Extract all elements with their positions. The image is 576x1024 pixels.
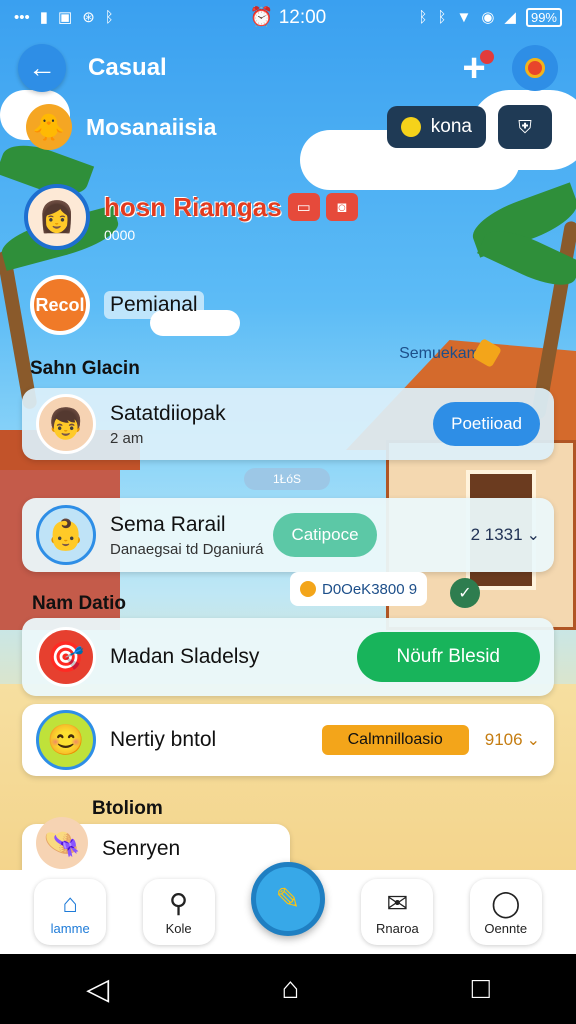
coin-icon [400,117,421,137]
bottom-nav: ⌂ lamme ⚲ Kole ✎ ✉ Rnaroa ◯ Oennte [0,862,576,954]
avatar: 👒 [36,817,88,869]
perm-label: Pemianal [104,291,204,319]
item-title: Sema Rarail [110,512,226,536]
shield-icon: ⛨ [518,116,532,137]
avatar: 🎯 [36,627,96,687]
promo-banner[interactable]: D0OeK3800 9 [290,572,428,606]
profile-row: 👩 hosn Riamgas ▭ ◙ 0000 [24,182,552,252]
list-item[interactable]: 😊 Nertiy bntol Calmnilloasio 9106 ⌄ [22,704,554,776]
status-time: 12:00 [278,7,327,28]
system-nav-bar: ◁ ⌂ □ [0,954,576,1024]
item-value: 2 1331 [470,525,523,544]
section-label-1: Sahn Glacin [30,358,140,379]
check-icon[interactable]: ✓ [450,578,480,608]
section-label-3: Btoliom [92,798,163,819]
action-button[interactable]: Calmnilloasio [321,725,469,755]
bluetooth-icon: ᛒ [104,8,114,26]
item-value: 9106 [484,730,523,749]
side-note[interactable]: Semuekam [399,345,480,363]
bluetooth-icon: ᛒ [418,8,428,26]
page-title: Casual [88,54,167,81]
profile-subtitle: 0000 [104,226,136,243]
avatar[interactable]: 👩 [24,184,90,250]
chat-icon: ◯ [491,888,521,918]
item-title: Madan Sladelsy [110,645,260,668]
camera-icon[interactable]: ◙ [325,193,358,221]
arrow-left-icon: ← [28,52,56,83]
value-dropdown[interactable]: 2 1331 ⌄ [455,525,540,545]
compose-button[interactable]: ✎ [250,862,325,936]
value-dropdown[interactable]: 9106 ⌄ [469,730,540,750]
user-label: Mosanaiisia [86,113,217,140]
status-badge: 1ŁóS [244,468,330,490]
avatar: 😊 [36,710,96,770]
item-subtitle: 2 am [110,429,144,447]
tag-icon[interactable]: ▭ [287,193,320,221]
item-title: Nertiy bntol [110,728,217,751]
nav-chat[interactable]: ◯ Oennte [469,879,542,945]
image-icon: ▣ [58,9,73,26]
item-title: Satatdiiopak [110,401,226,425]
promo-text: D0OeK3800 9 [322,580,418,598]
status-bar: ••• ▮ ▣ ⊛ ᛒ ⏰ 12:00 ᛒ ᛒ ▼ ◉ ◢ 99% [0,0,576,34]
action-button[interactable]: Nöufr Blesid [356,632,540,682]
dots-icon: ••• [14,8,30,26]
avatar: 👶 [36,505,96,565]
item-title: Senryen [102,837,181,860]
nav-label: Kole [165,921,192,936]
list-item[interactable]: 👦 Satatdiiopak 2 am Poetiioad [22,388,554,460]
coins-label: kona [430,116,472,137]
list-item[interactable]: 🎯 Madan Sladelsy Nöufr Blesid [22,618,554,696]
wifi-icon: ▼ [456,8,472,26]
home-icon: ⌂ [62,888,79,918]
signal-icon: ◢ [504,9,516,26]
notification-dot [480,50,494,64]
chevron-down-icon: ⌄ [526,527,540,544]
perm-row: Recol Pemianal [30,275,204,335]
action-button[interactable]: Poetiioad [433,402,540,446]
edit-icon: ✎ [275,882,301,916]
nav-search[interactable]: ⚲ Kole [142,879,215,945]
shield-button[interactable]: ⛨ [498,105,552,149]
battery-indicator: 99% [525,7,562,27]
game-icon: ⊛ [82,9,95,26]
reel-badge[interactable]: Recol [30,275,90,335]
app-header: ← Casual + [18,40,558,96]
nav-home[interactable]: ⌂ lamme [34,879,107,945]
user-row: 🐥 Mosanaiisia kona ⛨ [26,104,552,150]
add-button[interactable]: + [450,44,498,92]
list-item[interactable]: 👶 Sema Rarail Danaegsai td Dganiurá Cati… [22,498,554,572]
action-button[interactable]: Catipoce [273,513,377,557]
section-label-2: Nam Datio [32,593,126,614]
bluetooth-icon: ᛒ [437,8,447,26]
item-subtitle: Danaegsai td Dganiurá [110,540,264,558]
record-icon [525,58,545,78]
mascot-icon: 🐥 [26,104,72,150]
search-icon: ⚲ [169,888,189,918]
mail-icon: ✉ [386,888,409,918]
profile-name: hosn Riamgas [104,191,282,222]
coins-button[interactable]: kona [386,106,486,148]
avatar: 👦 [36,394,96,454]
back-triangle-icon[interactable]: ◁ [86,972,109,1007]
sun-icon [300,581,316,597]
chevron-down-icon: ⌄ [526,732,540,749]
back-button[interactable]: ← [18,44,66,92]
alarm-icon: ⏰ [249,7,279,28]
nav-mail[interactable]: ✉ Rnaroa [361,879,434,945]
nav-label: Oennte [484,921,528,936]
wifi-icon: ◉ [481,9,495,26]
nav-label: lamme [50,921,90,936]
home-circle-icon[interactable]: ⌂ [281,972,299,1006]
profile-button[interactable] [512,45,558,91]
signal-icon: ▮ [39,9,49,26]
list-item[interactable]: 👒 Senryen [22,817,290,874]
nav-label: Rnaroa [376,921,419,936]
recents-square-icon[interactable]: □ [472,972,490,1006]
